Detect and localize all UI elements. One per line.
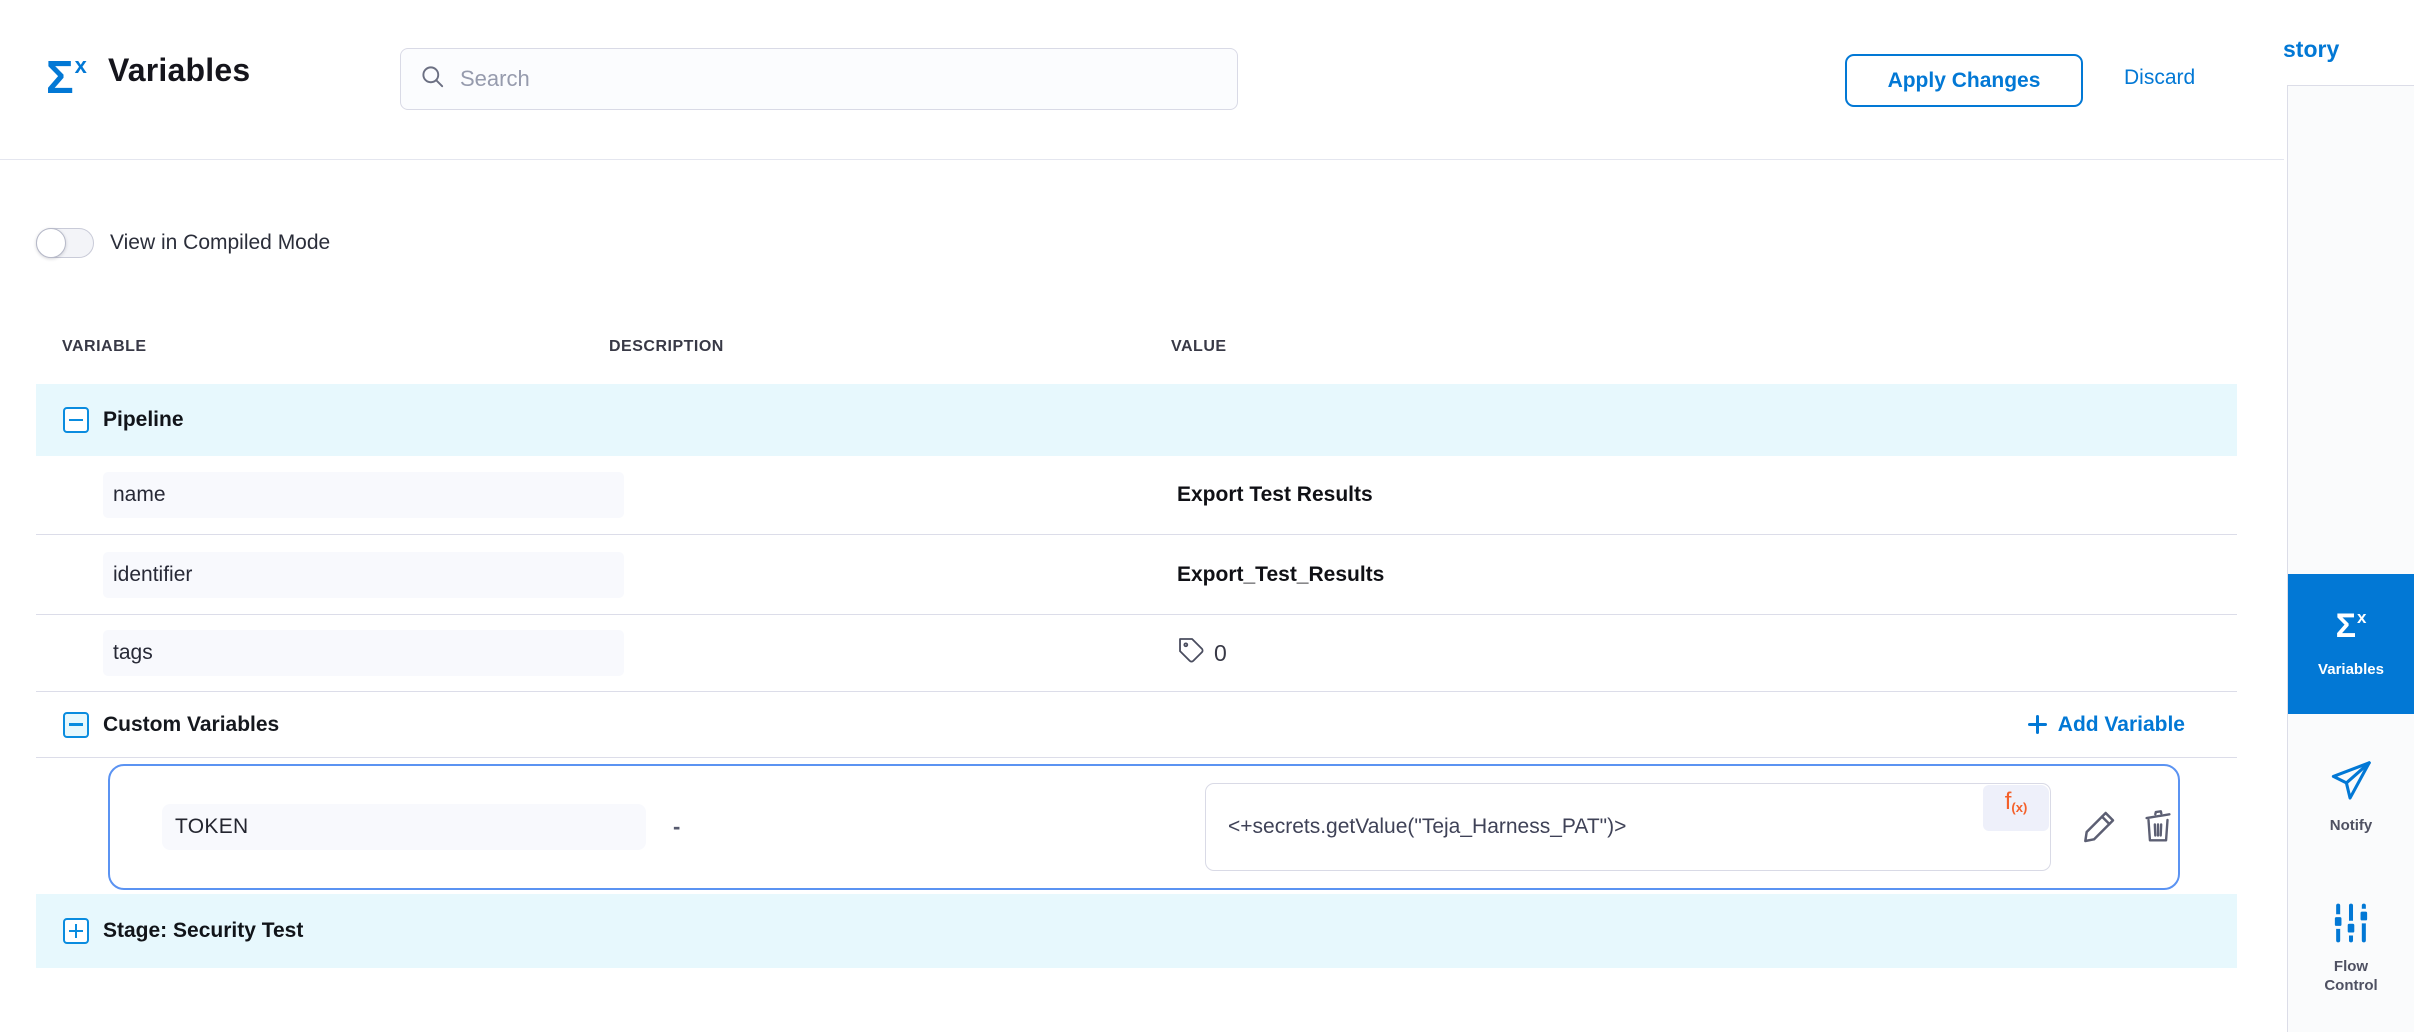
execution-history-link[interactable]: story <box>2283 36 2339 63</box>
column-header-value: VALUE <box>1171 338 1227 356</box>
pencil-icon <box>2080 806 2120 849</box>
plus-icon <box>2028 715 2047 734</box>
table-row-name: name Export Test Results <box>36 456 2237 535</box>
table-row-identifier: identifier Export_Test_Results <box>36 535 2237 615</box>
rail-item-notify[interactable]: Notify <box>2288 746 2414 848</box>
collapse-minus-icon[interactable] <box>63 712 89 738</box>
edit-variable-button[interactable] <box>2078 805 2122 849</box>
tags-count-value: 0 <box>1214 640 1227 667</box>
rail-item-label: Flow Control <box>2306 958 2396 996</box>
paper-plane-icon <box>2328 758 2374 809</box>
table-row-tags: tags 0 <box>36 615 2237 692</box>
compiled-mode-row: View in Compiled Mode <box>36 222 330 264</box>
rail-item-flow-control[interactable]: Flow Control <box>2288 886 2414 1010</box>
discard-button[interactable]: Discard <box>2124 66 2195 90</box>
rail-item-label: Notify <box>2330 817 2373 836</box>
variable-name-field[interactable]: TOKEN <box>162 804 646 850</box>
expand-plus-icon[interactable] <box>63 918 89 944</box>
search-input[interactable] <box>460 66 1219 92</box>
variable-value: Export Test Results <box>1177 483 1373 507</box>
section-row-pipeline[interactable]: Pipeline <box>36 384 2237 456</box>
sigma-x-icon: Σx <box>46 54 87 100</box>
collapse-minus-icon[interactable] <box>63 407 89 433</box>
section-label: Stage: Security Test <box>103 919 303 943</box>
search-box <box>400 48 1238 110</box>
section-row-custom-variables[interactable]: Custom Variables Add Variable <box>36 692 2237 758</box>
delete-variable-button[interactable] <box>2138 805 2178 849</box>
variable-name-field[interactable]: tags <box>103 630 624 676</box>
sliders-icon <box>2329 901 2373 950</box>
variable-description: - <box>673 814 680 840</box>
toggle-knob <box>36 228 66 258</box>
add-variable-button[interactable]: Add Variable <box>2028 713 2185 737</box>
page-title: Variables <box>108 52 250 89</box>
add-variable-label: Add Variable <box>2058 713 2185 737</box>
tags-count: 0 <box>1177 636 1227 671</box>
variable-name-field[interactable]: name <box>103 472 624 518</box>
variable-name-field[interactable]: identifier <box>103 552 624 598</box>
column-header-variable: VARIABLE <box>62 338 147 356</box>
apply-changes-button[interactable]: Apply Changes <box>1845 54 2083 107</box>
column-header-description: DESCRIPTION <box>609 338 724 356</box>
custom-variable-card-token[interactable]: TOKEN - <+secrets.getValue("Teja_Harness… <box>108 764 2180 890</box>
sigma-x-icon: Σx <box>2336 609 2367 643</box>
section-label: Pipeline <box>103 408 184 432</box>
rail-item-label: Variables <box>2318 661 2384 680</box>
variable-value: Export_Test_Results <box>1177 563 1384 587</box>
compiled-mode-label: View in Compiled Mode <box>110 231 330 255</box>
section-row-stage-security-test[interactable]: Stage: Security Test <box>36 894 2237 968</box>
tag-icon <box>1177 636 1206 671</box>
variables-content: View in Compiled Mode VARIABLE DESCRIPTI… <box>36 160 2237 1032</box>
trash-icon <box>2139 807 2177 848</box>
studio-right-rail: Σx Variables Notify <box>2287 85 2414 1032</box>
variable-value-input[interactable]: <+secrets.getValue("Teja_Harness_PAT")> … <box>1205 783 2051 871</box>
search-icon <box>419 63 446 95</box>
expression-value: <+secrets.getValue("Teja_Harness_PAT")> <box>1228 815 1626 839</box>
drawer-header: Σx Variables Apply Changes Discard <box>0 0 2284 160</box>
fx-expression-badge[interactable]: f (x) <box>1983 785 2049 831</box>
rail-item-variables[interactable]: Σx Variables <box>2288 574 2414 714</box>
variables-drawer: Σx Variables Apply Changes Discard View … <box>0 0 2284 1032</box>
section-label: Custom Variables <box>103 713 279 737</box>
compiled-mode-toggle[interactable] <box>36 228 94 258</box>
